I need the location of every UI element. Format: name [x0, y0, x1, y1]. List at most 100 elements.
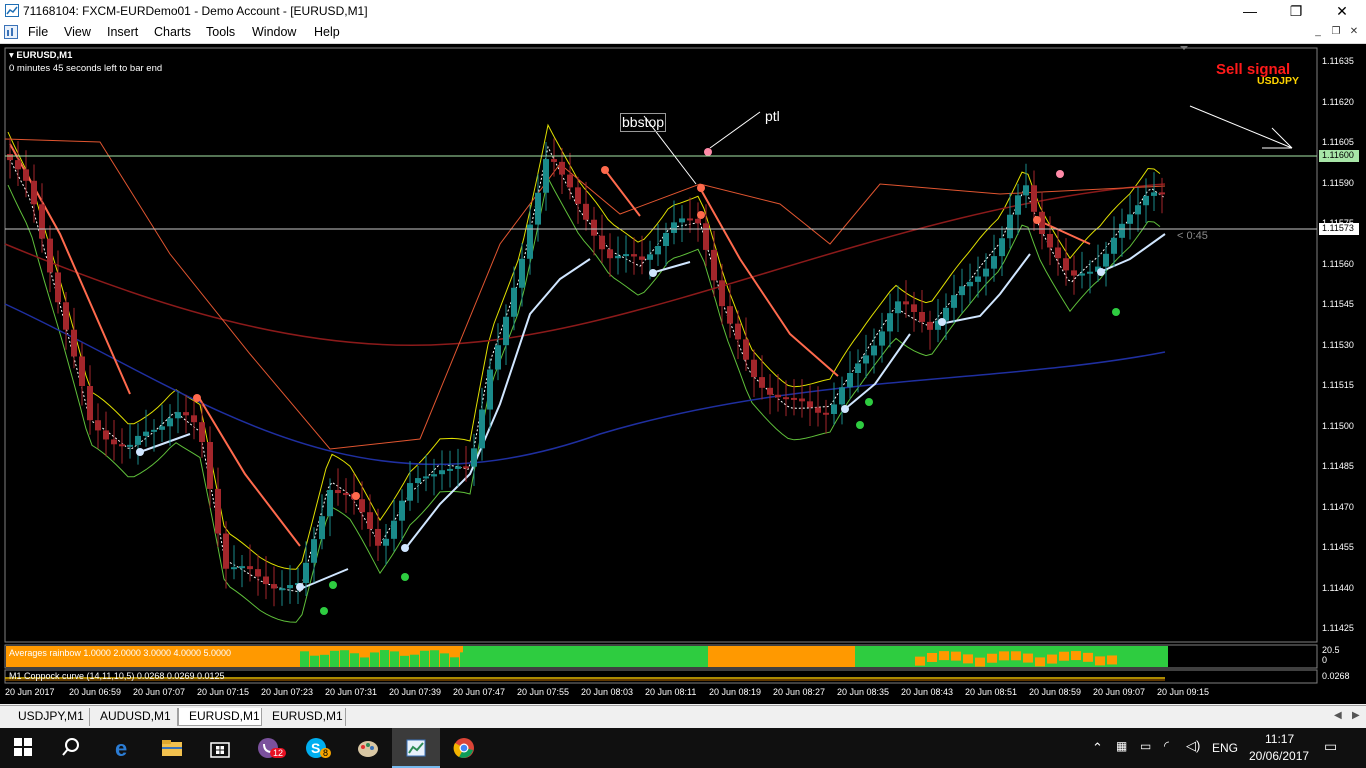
menu-view[interactable]: View [64, 25, 91, 39]
candle-body [1135, 205, 1141, 215]
taskbar-viber[interactable]: 12 [244, 728, 292, 768]
mdi-minimize-button[interactable]: _ [1310, 25, 1326, 39]
tab-eurusd-m1-active[interactable]: EURUSD,M1 [178, 708, 262, 726]
rainbow-bar [963, 654, 973, 664]
candle-body [559, 161, 565, 175]
main-pane-border [4, 47, 1318, 643]
chart-window-icon[interactable] [4, 25, 18, 39]
candle-body [487, 369, 493, 410]
network-device-icon[interactable]: ▦ [1116, 739, 1127, 753]
candle-body [567, 174, 573, 188]
tab-scroll-left-icon[interactable]: ◀ [1334, 710, 1342, 721]
candle-body [1087, 271, 1093, 274]
candle-body [831, 404, 837, 414]
menu-tools[interactable]: Tools [206, 25, 235, 39]
taskbar-chrome[interactable] [440, 728, 488, 768]
signal-dot [320, 607, 328, 615]
menu-insert[interactable]: Insert [107, 25, 138, 39]
taskbar-store[interactable] [196, 728, 244, 768]
tab-eurusd-m1[interactable]: EURUSD,M1 [262, 708, 346, 726]
tab-audusd-m1[interactable]: AUDUSD,M1 [90, 708, 178, 726]
windows-taskbar: e 12 S 8 ⌃ ▦ ▭ ◜ ◁) ENG 11:17 20/06/2017… [0, 728, 1366, 768]
maximize-button[interactable]: ❐ [1273, 0, 1319, 22]
signal-dot [401, 573, 409, 581]
candle-body [1111, 237, 1117, 254]
candle-body [255, 569, 261, 577]
candle-body [551, 159, 557, 162]
candle-body [167, 418, 173, 427]
signal-dot [649, 269, 657, 277]
price-tick-label: 1.11590 [1322, 177, 1354, 188]
svg-text:S: S [311, 740, 320, 756]
signal-dot [856, 421, 864, 429]
price-tick-label: 1.11545 [1322, 299, 1354, 309]
close-button[interactable]: ✕ [1319, 0, 1365, 22]
tab-usdjpy-m1[interactable]: USDJPY,M1 [8, 708, 90, 726]
rainbow-indicator-label: Averages rainbow 1.0000 2.0000 3.0000 4.… [9, 648, 232, 658]
wifi-icon[interactable]: ◜ [1164, 738, 1169, 754]
menu-window[interactable]: Window [252, 25, 296, 39]
clock-date[interactable]: 20/06/2017 [1249, 749, 1309, 763]
candle-body [471, 448, 477, 467]
candle-body [655, 245, 661, 255]
start-button[interactable] [0, 728, 48, 768]
candle-body [823, 412, 829, 415]
candle-body [191, 415, 197, 423]
search-button[interactable] [48, 728, 96, 768]
minimize-button[interactable]: — [1227, 0, 1273, 22]
candle-body [135, 435, 141, 445]
candle-body [503, 316, 509, 346]
language-indicator[interactable]: ENG [1212, 741, 1238, 755]
signal-dot [1056, 170, 1064, 178]
battery-icon[interactable]: ▭ [1140, 739, 1151, 753]
price-chart[interactable] [0, 44, 1366, 704]
time-tick-label: 20 Jun 2017 [5, 687, 55, 697]
candle-body [879, 331, 885, 346]
chart-window[interactable]: ▾ EURUSD,M1 0 minutes 45 seconds left to… [0, 44, 1366, 704]
rainbow-bar [320, 654, 329, 667]
title-bar: 71168104: FXCM-EURDemo01 - Demo Account … [0, 0, 1366, 22]
price-tick-label: 1.11500 [1322, 420, 1354, 431]
action-center-icon[interactable]: ▭ [1324, 738, 1337, 755]
rainbow-bar [340, 650, 349, 667]
candle-body [1031, 185, 1037, 212]
candle-body [951, 295, 957, 308]
signal-dot [938, 318, 946, 326]
tab-scroll-right-icon[interactable]: ▶ [1352, 710, 1360, 721]
time-tick-label: 20 Jun 08:35 [837, 687, 890, 697]
taskbar-edge[interactable]: e [100, 728, 148, 768]
signal-dot [1033, 216, 1041, 224]
taskbar-metatrader[interactable] [392, 728, 440, 768]
menu-charts[interactable]: Charts [154, 25, 191, 39]
price-tick-label: 1.11515 [1322, 380, 1354, 390]
candle-body [919, 311, 925, 322]
viber-badge: 12 [270, 748, 287, 758]
taskbar-file-explorer[interactable] [148, 728, 196, 768]
menu-file[interactable]: File [28, 25, 48, 39]
candle-body [303, 562, 309, 583]
candle-body [335, 489, 341, 494]
ptl-annotation[interactable]: ptl [765, 108, 780, 124]
signal-dot [329, 581, 337, 589]
clock-time[interactable]: 11:17 [1265, 732, 1294, 746]
taskbar-skype[interactable]: S 8 [292, 728, 340, 768]
bbstop-annotation[interactable]: bbstop [620, 113, 667, 132]
taskbar-paint[interactable] [344, 728, 392, 768]
mdi-restore-button[interactable]: ❐ [1328, 25, 1344, 39]
candle-body [607, 249, 613, 259]
menu-help[interactable]: Help [314, 25, 340, 39]
candle-body [695, 218, 701, 224]
volume-icon[interactable]: ◁) [1186, 738, 1200, 754]
sell-signal-symbol: USDJPY [1257, 75, 1300, 87]
rainbow-bar [440, 653, 449, 667]
paint-icon [358, 741, 378, 757]
candle-body [959, 286, 965, 296]
level-price-label: 1.11600 [1322, 150, 1354, 160]
candle-body [1103, 253, 1109, 267]
candle-body [311, 539, 317, 563]
candle-body [439, 470, 445, 475]
rainbow-bar [450, 657, 459, 667]
time-tick-label: 20 Jun 07:23 [261, 687, 314, 697]
tray-expand-icon[interactable]: ⌃ [1092, 740, 1103, 756]
mdi-close-button[interactable]: ✕ [1346, 25, 1362, 39]
